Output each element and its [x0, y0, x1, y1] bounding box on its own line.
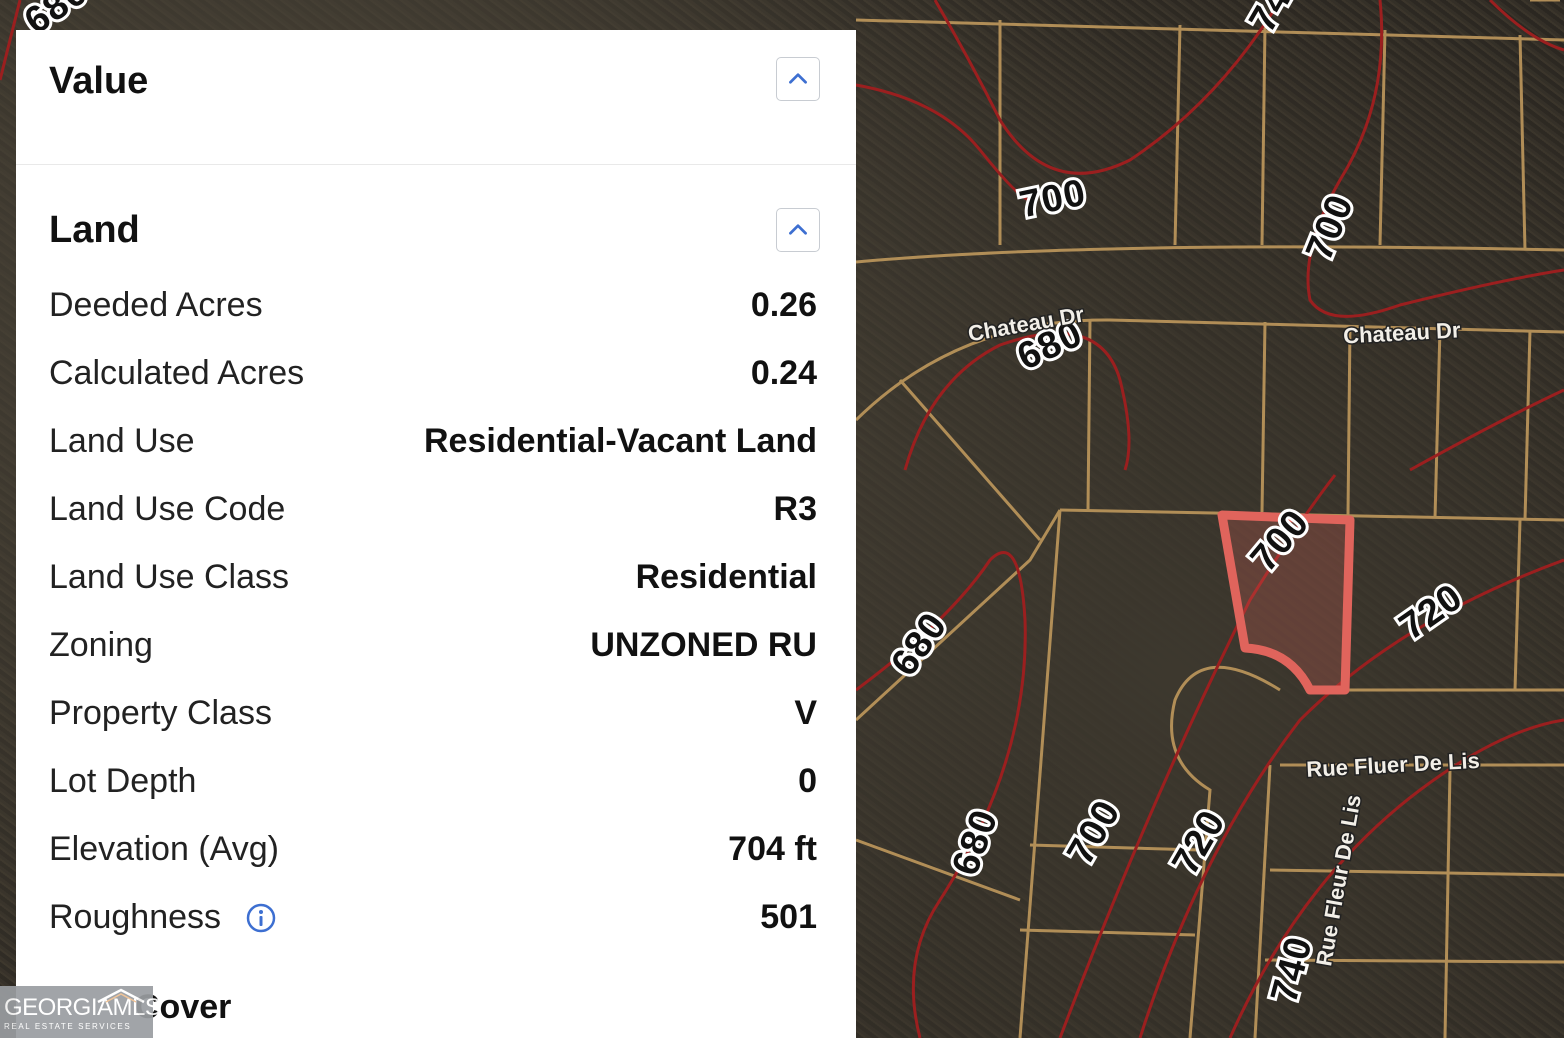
- detail-row-lot-depth: Lot Depth 0: [16, 750, 856, 818]
- chevron-up-icon: [789, 73, 807, 84]
- street-label: Chateau Dr: [1343, 317, 1462, 348]
- value-section-header[interactable]: Value: [16, 30, 856, 165]
- contour-label: 700: [1016, 172, 1090, 227]
- detail-label: Zoning: [49, 626, 153, 664]
- detail-value: Residential: [635, 558, 817, 596]
- logo-tagline: REAL ESTATE SERVICES: [4, 1022, 132, 1031]
- parcel-lines: [854, 0, 1564, 1038]
- detail-value: V: [794, 694, 817, 732]
- info-icon[interactable]: [245, 902, 277, 934]
- detail-row-roughness: Roughness 501: [16, 886, 856, 954]
- street-labels: Chateau Dr Chateau Dr Rue Fluer De Lis R…: [965, 300, 1482, 970]
- value-collapse-button[interactable]: [776, 57, 820, 101]
- property-details-panel: Value Land Deeded Acres 0.26 Calculated …: [16, 30, 856, 1038]
- land-section-title: Land: [49, 209, 140, 251]
- contour-label: 680: [944, 804, 1006, 881]
- contour-label: 700: [1059, 793, 1129, 872]
- detail-value: UNZONED RU: [590, 626, 817, 664]
- detail-label: Property Class: [49, 694, 272, 732]
- detail-label: Land Use Code: [49, 490, 286, 528]
- detail-value: Residential-Vacant Land: [424, 422, 817, 460]
- detail-row-zoning: Zoning UNZONED RU: [16, 614, 856, 682]
- detail-row-elevation-avg: Elevation (Avg) 704 ft: [16, 818, 856, 886]
- detail-value: 0: [798, 762, 817, 800]
- detail-row-land-use-code: Land Use Code R3: [16, 478, 856, 546]
- contour-label: 720: [1164, 803, 1234, 882]
- detail-value: 501: [760, 898, 817, 936]
- detail-label: Roughness: [49, 898, 222, 936]
- detail-value: 0.26: [750, 286, 817, 324]
- value-section-title: Value: [49, 60, 149, 102]
- land-details-list: Deeded Acres 0.26 Calculated Acres 0.24 …: [16, 274, 856, 954]
- land-collapse-button[interactable]: [776, 208, 820, 252]
- contour-label: 680: [883, 605, 955, 683]
- detail-label: Deeded Acres: [49, 286, 263, 324]
- detail-label: Lot Depth: [49, 762, 197, 800]
- street-label: Rue Fluer De Lis: [1306, 748, 1481, 782]
- street-label: Rue Fleur De Lis: [1311, 793, 1366, 968]
- detail-row-property-class: Property Class V: [16, 682, 856, 750]
- chevron-up-icon: [789, 224, 807, 235]
- detail-label: Calculated Acres: [49, 354, 305, 392]
- contour-label: 700: [1298, 189, 1362, 266]
- detail-label-wrap: Roughness: [49, 898, 277, 937]
- detail-row-land-use-class: Land Use Class Residential: [16, 546, 856, 614]
- detail-value: R3: [773, 490, 817, 528]
- detail-row-land-use: Land Use Residential-Vacant Land: [16, 410, 856, 478]
- detail-row-deeded-acres: Deeded Acres 0.26: [16, 274, 856, 342]
- land-section-header[interactable]: Land: [16, 165, 856, 275]
- contour-label: 740: [1263, 932, 1321, 1007]
- detail-value: 0.24: [750, 354, 817, 392]
- roof-icon: [97, 988, 145, 1004]
- detail-row-calculated-acres: Calculated Acres 0.24: [16, 342, 856, 410]
- detail-label: Land Use Class: [49, 558, 290, 596]
- detail-label: Elevation (Avg): [49, 830, 279, 868]
- georgia-mls-logo: GEORGIAMLS REAL ESTATE SERVICES: [0, 986, 161, 1038]
- detail-value: 704 ft: [728, 830, 817, 868]
- detail-label: Land Use: [49, 422, 195, 460]
